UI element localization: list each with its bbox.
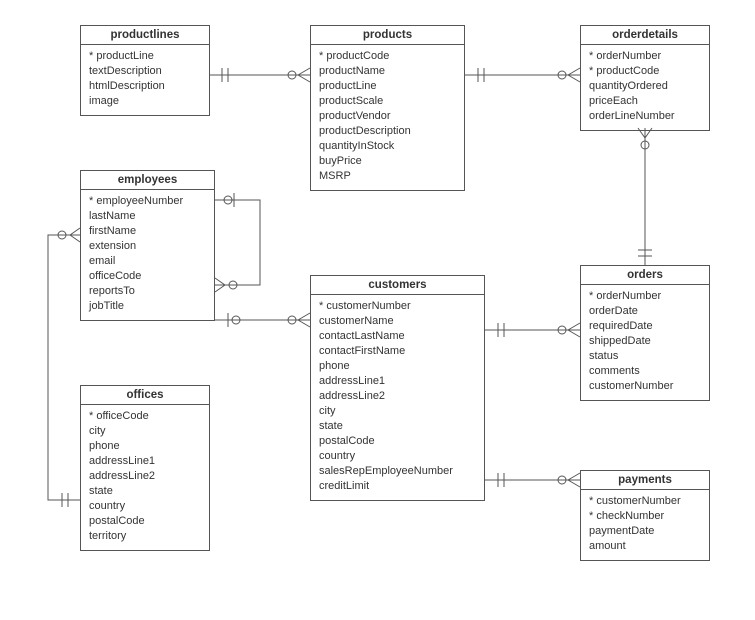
entity-attribute: creditLimit	[319, 479, 476, 494]
entity-attribute: addressLine2	[89, 469, 201, 484]
rel-products-orderdetails	[465, 68, 580, 82]
entity-title: customers	[311, 276, 484, 295]
entity-body: * productLinetextDescriptionhtmlDescript…	[81, 45, 209, 115]
entity-attribute: * officeCode	[89, 409, 201, 424]
entity-attribute: * checkNumber	[589, 509, 701, 524]
entity-offices: offices * officeCodecityphoneaddressLine…	[80, 385, 210, 551]
entity-attribute: * customerNumber	[589, 494, 701, 509]
entity-title: products	[311, 26, 464, 45]
rel-customers-orders	[485, 323, 580, 337]
entity-title: payments	[581, 471, 709, 490]
entity-attribute: * customerNumber	[319, 299, 476, 314]
entity-attribute: * orderNumber	[589, 49, 701, 64]
entity-attribute: buyPrice	[319, 154, 456, 169]
entity-title: orders	[581, 266, 709, 285]
rel-orderdetails-orders	[638, 128, 652, 265]
rel-offices-employees	[48, 228, 80, 507]
rel-employees-customers	[215, 313, 310, 327]
entity-attribute: status	[589, 349, 701, 364]
entity-attribute: firstName	[89, 224, 206, 239]
entity-attribute: state	[89, 484, 201, 499]
entity-attribute: productName	[319, 64, 456, 79]
entity-attribute: city	[89, 424, 201, 439]
entity-attribute: amount	[589, 539, 701, 554]
entity-attribute: productDescription	[319, 124, 456, 139]
entity-body: * employeeNumberlastNamefirstNameextensi…	[81, 190, 214, 320]
entity-attribute: contactFirstName	[319, 344, 476, 359]
entity-attribute: customerNumber	[589, 379, 701, 394]
entity-title: offices	[81, 386, 209, 405]
entity-title: orderdetails	[581, 26, 709, 45]
entity-attribute: image	[89, 94, 201, 109]
entity-attribute: productVendor	[319, 109, 456, 124]
entity-orderdetails: orderdetails * orderNumber* productCodeq…	[580, 25, 710, 131]
entity-products: products * productCodeproductNameproduct…	[310, 25, 465, 191]
entity-attribute: contactLastName	[319, 329, 476, 344]
entity-attribute: state	[319, 419, 476, 434]
rel-customers-payments	[485, 473, 580, 487]
entity-customers: customers * customerNumbercustomerNameco…	[310, 275, 485, 501]
entity-attribute: addressLine1	[319, 374, 476, 389]
entity-body: * officeCodecityphoneaddressLine1address…	[81, 405, 209, 550]
entity-attribute: comments	[589, 364, 701, 379]
entity-attribute: * productCode	[589, 64, 701, 79]
entity-attribute: email	[89, 254, 206, 269]
entity-body: * productCodeproductNameproductLineprodu…	[311, 45, 464, 190]
entity-attribute: postalCode	[89, 514, 201, 529]
entity-body: * orderNumberorderDaterequiredDateshippe…	[581, 285, 709, 400]
entity-body: * customerNumber* checkNumberpaymentDate…	[581, 490, 709, 560]
entity-attribute: city	[319, 404, 476, 419]
entity-attribute: postalCode	[319, 434, 476, 449]
entity-attribute: paymentDate	[589, 524, 701, 539]
entity-attribute: htmlDescription	[89, 79, 201, 94]
entity-attribute: addressLine2	[319, 389, 476, 404]
entity-attribute: MSRP	[319, 169, 456, 184]
entity-attribute: salesRepEmployeeNumber	[319, 464, 476, 479]
entity-attribute: country	[319, 449, 476, 464]
entity-attribute: * employeeNumber	[89, 194, 206, 209]
entity-attribute: territory	[89, 529, 201, 544]
entity-orders: orders * orderNumberorderDaterequiredDat…	[580, 265, 710, 401]
entity-body: * orderNumber* productCodequantityOrdere…	[581, 45, 709, 130]
entity-title: employees	[81, 171, 214, 190]
entity-body: * customerNumbercustomerNamecontactLastN…	[311, 295, 484, 500]
entity-attribute: extension	[89, 239, 206, 254]
entity-attribute: * orderNumber	[589, 289, 701, 304]
entity-attribute: productScale	[319, 94, 456, 109]
entity-attribute: quantityInStock	[319, 139, 456, 154]
entity-attribute: customerName	[319, 314, 476, 329]
rel-productlines-products	[210, 68, 310, 82]
entity-attribute: orderLineNumber	[589, 109, 701, 124]
entity-attribute: lastName	[89, 209, 206, 224]
entity-attribute: * productCode	[319, 49, 456, 64]
entity-attribute: priceEach	[589, 94, 701, 109]
entity-title: productlines	[81, 26, 209, 45]
entity-employees: employees * employeeNumberlastNamefirstN…	[80, 170, 215, 321]
entity-attribute: reportsTo	[89, 284, 206, 299]
entity-attribute: requiredDate	[589, 319, 701, 334]
entity-attribute: phone	[319, 359, 476, 374]
entity-attribute: orderDate	[589, 304, 701, 319]
entity-productlines: productlines * productLinetextDescriptio…	[80, 25, 210, 116]
entity-attribute: textDescription	[89, 64, 201, 79]
entity-attribute: productLine	[319, 79, 456, 94]
entity-attribute: jobTitle	[89, 299, 206, 314]
entity-attribute: shippedDate	[589, 334, 701, 349]
entity-attribute: quantityOrdered	[589, 79, 701, 94]
rel-employees-self	[215, 193, 260, 292]
entity-attribute: addressLine1	[89, 454, 201, 469]
entity-attribute: * productLine	[89, 49, 201, 64]
entity-attribute: country	[89, 499, 201, 514]
entity-attribute: phone	[89, 439, 201, 454]
entity-payments: payments * customerNumber* checkNumberpa…	[580, 470, 710, 561]
entity-attribute: officeCode	[89, 269, 206, 284]
